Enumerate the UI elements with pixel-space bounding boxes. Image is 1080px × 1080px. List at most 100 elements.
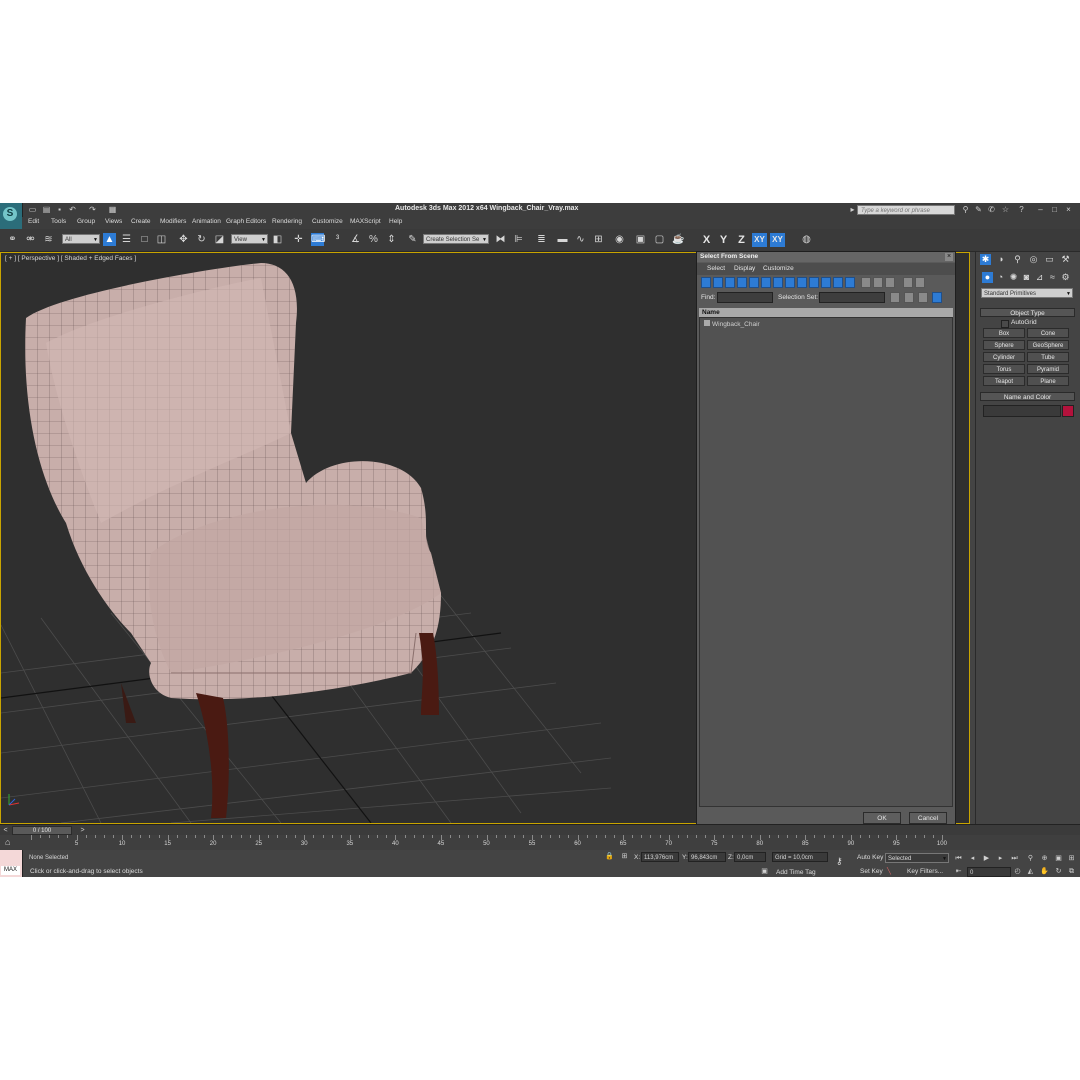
previous-frame-icon[interactable]: ◂ [968, 854, 977, 863]
select-manipulate-icon[interactable]: ✛ [292, 233, 305, 246]
object-name-input[interactable] [983, 405, 1061, 417]
minimize-icon[interactable]: – [1036, 205, 1045, 214]
filter-shapes-icon[interactable] [713, 277, 723, 288]
cameras-icon[interactable]: ◙ [1021, 272, 1032, 283]
scene-object-list[interactable]: Wingback_Chair [699, 317, 953, 807]
sync-selection-icon[interactable] [932, 292, 942, 303]
spinner-snap-icon[interactable]: ⇕ [385, 233, 398, 246]
filter-settings-icon[interactable] [915, 277, 925, 288]
filter-particles-icon[interactable] [845, 277, 855, 288]
favorites-icon[interactable]: ☆ [1001, 205, 1010, 214]
go-to-start-icon[interactable]: ⏮ [954, 854, 963, 863]
object-color-swatch[interactable] [1062, 405, 1074, 417]
render-iterative-icon[interactable]: ◍ [800, 233, 813, 246]
menu-maxscript[interactable]: MAXScript [350, 218, 381, 225]
new-file-icon[interactable]: ▭ [28, 205, 37, 214]
keyboard-shortcut-override-icon[interactable]: ⌨ [311, 233, 325, 246]
name-and-color-rollout[interactable]: Name and Color [980, 392, 1075, 401]
axis-xy-button[interactable]: XY [752, 233, 767, 247]
object-type-rollout[interactable]: Object Type [980, 308, 1075, 317]
select-invert-icon[interactable] [918, 292, 928, 303]
filter-geometry-icon[interactable] [701, 277, 711, 288]
filter-helpers-icon[interactable] [749, 277, 759, 288]
filter-hidden-icon[interactable] [833, 277, 843, 288]
dialog-close-icon[interactable]: × [945, 253, 953, 261]
zoom-icon[interactable]: ⚲ [1026, 854, 1035, 863]
open-file-icon[interactable]: ▤ [42, 205, 51, 214]
geosphere-button[interactable]: GeoSphere [1027, 340, 1069, 350]
menu-help[interactable]: Help [389, 218, 402, 225]
cancel-button[interactable]: Cancel [909, 812, 947, 824]
selection-filter-dropdown[interactable]: All [62, 234, 100, 245]
angle-snap-icon[interactable]: ∡ [349, 233, 362, 246]
selection-lock-icon[interactable]: 🔒 [605, 852, 614, 861]
time-configuration-icon[interactable]: ◴ [1013, 867, 1022, 876]
axis-z-button[interactable]: Z [734, 233, 749, 247]
key-mode-toggle-icon[interactable]: ⇤ [954, 867, 963, 876]
pan-icon[interactable]: ✋ [1040, 867, 1049, 876]
spacewarps-icon[interactable]: ≈ [1047, 272, 1058, 283]
lights-icon[interactable]: ✺ [1008, 272, 1019, 283]
menu-graph-editors[interactable]: Graph Editors [226, 218, 266, 225]
schematic-view-icon[interactable]: ⊞ [592, 233, 605, 246]
dialog-menu-customize[interactable]: Customize [763, 265, 794, 272]
ok-button[interactable]: OK [863, 812, 901, 824]
rendered-frame-window-icon[interactable]: ▢ [653, 233, 666, 246]
helpers-icon[interactable]: ⊿ [1034, 272, 1045, 283]
menu-tools[interactable]: Tools [51, 218, 66, 225]
box-button[interactable]: Box [983, 328, 1025, 338]
tube-button[interactable]: Tube [1027, 352, 1069, 362]
menu-create[interactable]: Create [131, 218, 151, 225]
rotate-icon[interactable]: ↻ [195, 233, 208, 246]
motion-tab-icon[interactable]: ◎ [1028, 254, 1039, 265]
filter-containers-icon[interactable] [809, 277, 819, 288]
time-slider-thumb[interactable]: 0 / 100 [12, 826, 72, 835]
x-coordinate[interactable]: 113,976cm [641, 852, 679, 862]
project-folder-icon[interactable]: ▦ [108, 205, 117, 214]
help-icon[interactable]: ? [1017, 205, 1026, 214]
unlink-icon[interactable]: ⚮ [24, 233, 37, 246]
undo-icon[interactable]: ↶ [68, 205, 77, 214]
menu-edit[interactable]: Edit [28, 218, 39, 225]
torus-button[interactable]: Torus [983, 364, 1025, 374]
filter-spacewarps-icon[interactable] [761, 277, 771, 288]
auto-key-button[interactable]: Auto Key [857, 854, 883, 861]
cylinder-button[interactable]: Cylinder [983, 352, 1025, 362]
save-file-icon[interactable]: ▪ [55, 205, 64, 214]
list-item[interactable]: Wingback_Chair [704, 320, 760, 328]
filter-funnel-icon[interactable] [903, 277, 913, 288]
reference-coordinate-dropdown[interactable]: View [231, 234, 268, 245]
render-setup-icon[interactable]: ▣ [634, 233, 647, 246]
curve-editor-icon[interactable]: ∿ [574, 233, 587, 246]
pyramid-button[interactable]: Pyramid [1027, 364, 1069, 374]
time-tag-icon[interactable]: ▣ [760, 867, 769, 876]
window-crossing-icon[interactable]: ◫ [155, 233, 168, 246]
display-none-icon[interactable] [873, 277, 883, 288]
close-icon[interactable]: × [1064, 205, 1073, 214]
z-coordinate[interactable]: 0,0cm [734, 852, 766, 862]
key-filters-button[interactable]: Key Filters... [907, 868, 943, 875]
plane-button[interactable]: Plane [1027, 376, 1069, 386]
zoom-all-icon[interactable]: ⊕ [1040, 854, 1049, 863]
rectangular-selection-icon[interactable]: □ [138, 233, 151, 246]
link-icon[interactable]: ⚭ [6, 233, 19, 246]
hierarchy-tab-icon[interactable]: ⚲ [1012, 254, 1023, 265]
play-icon[interactable]: ▶ [982, 854, 991, 863]
graphite-ribbon-icon[interactable]: ▬ [556, 233, 569, 246]
modify-tab-icon[interactable]: ◗ [996, 254, 1007, 265]
display-invert-icon[interactable] [885, 277, 895, 288]
snaps-toggle-icon[interactable]: ³ [331, 233, 344, 246]
binoculars-icon[interactable]: ⚲ [961, 205, 970, 214]
maxscript-listener[interactable]: MAX [0, 850, 23, 877]
layer-manager-icon[interactable]: ≣ [535, 233, 548, 246]
menu-customize[interactable]: Customize [312, 218, 343, 225]
set-key-key-icon[interactable]: ⚷ [836, 856, 843, 867]
y-coordinate[interactable]: 96,843cm [688, 852, 726, 862]
set-key-button[interactable]: Set Key [860, 868, 883, 875]
create-tab-icon[interactable]: ✱ [980, 254, 991, 265]
current-frame-field[interactable]: 0 [967, 867, 1011, 877]
zoom-extents-all-icon[interactable]: ⊞ [1067, 854, 1076, 863]
percent-snap-icon[interactable]: % [367, 233, 380, 246]
cone-button[interactable]: Cone [1027, 328, 1069, 338]
filter-lights-icon[interactable] [725, 277, 735, 288]
